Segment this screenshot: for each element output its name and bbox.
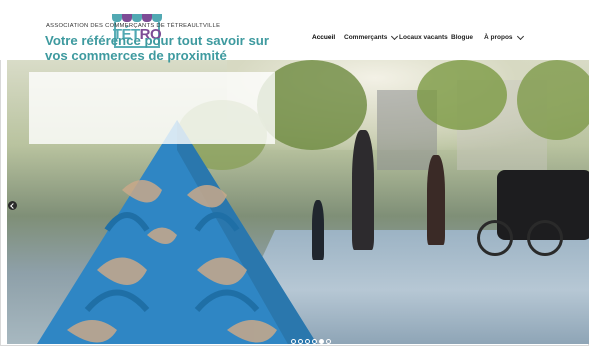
nav-item-blogue[interactable]: Blogue xyxy=(451,34,473,41)
nav-item-a-propos[interactable]: À propos xyxy=(484,32,524,41)
hero-background-person xyxy=(427,155,445,245)
slider-dot[interactable] xyxy=(326,339,331,344)
hero-background-tree xyxy=(517,60,589,140)
chevron-down-icon xyxy=(391,32,399,40)
hero-kicker: ASSOCIATION DES COMMERÇANTS DE TÉTREAULT… xyxy=(46,23,221,29)
slider-prev-button[interactable] xyxy=(8,201,17,210)
logo-awning-stripe xyxy=(122,14,132,22)
nav-item-locaux-vacants[interactable]: Locaux vacants xyxy=(399,34,448,41)
hero-bench-illustration xyxy=(37,120,317,344)
slider-dot[interactable] xyxy=(319,339,324,344)
hero-slider xyxy=(7,60,589,344)
slider-pagination xyxy=(291,339,331,344)
hero-text-panel xyxy=(29,72,275,144)
logo-awning xyxy=(112,14,162,22)
nav-item-label: Commerçants xyxy=(344,34,388,41)
nav-item-accueil[interactable]: Accueil xyxy=(312,34,335,41)
chevron-down-icon xyxy=(516,32,524,40)
slider-dot[interactable] xyxy=(312,339,317,344)
nav-item-label: À propos xyxy=(484,34,513,41)
nav-item-label: Locaux vacants xyxy=(399,34,448,41)
hero-background-tree xyxy=(417,60,507,130)
slider-dot[interactable] xyxy=(305,339,310,344)
hero-background-bike-wheel xyxy=(527,220,563,256)
logo-awning-stripe xyxy=(142,14,152,22)
hero-background-person xyxy=(352,130,374,250)
hero-title: Votre référence pour tout savoir sur vos… xyxy=(45,33,269,63)
slider-dot[interactable] xyxy=(291,339,296,344)
logo-awning-stripe xyxy=(112,14,122,22)
nav-item-label: Blogue xyxy=(451,34,474,41)
logo-awning-stripe xyxy=(152,14,162,22)
hero-background-bike-wheel xyxy=(477,220,513,256)
nav-item-label: Accueil xyxy=(312,34,336,41)
nav-item-commercants[interactable]: Commerçants xyxy=(344,32,399,41)
logo-awning-stripe xyxy=(132,14,142,22)
slider-dot[interactable] xyxy=(298,339,303,344)
